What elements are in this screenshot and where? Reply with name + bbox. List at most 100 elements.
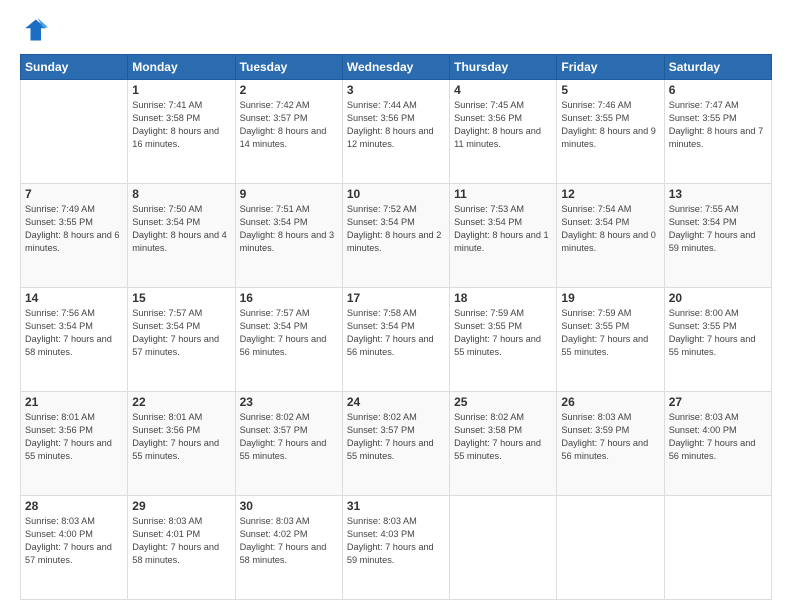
- calendar-cell: 14Sunrise: 7:56 AMSunset: 3:54 PMDayligh…: [21, 288, 128, 392]
- calendar-cell: 5 Sunrise: 7:46 AMSunset: 3:55 PMDaylight…: [557, 80, 664, 184]
- calendar-cell: 2Sunrise: 7:42 AMSunset: 3:57 PMDaylight…: [235, 80, 342, 184]
- day-info: Sunrise: 7:51 AMSunset: 3:54 PMDaylight:…: [240, 203, 338, 255]
- day-info: Sunrise: 7:54 AMSunset: 3:54 PMDaylight:…: [561, 203, 659, 255]
- day-number: 13: [669, 187, 767, 201]
- calendar-cell: 20Sunrise: 8:00 AMSunset: 3:55 PMDayligh…: [664, 288, 771, 392]
- weekday-header-monday: Monday: [128, 55, 235, 80]
- calendar-cell: [21, 80, 128, 184]
- day-number: 8: [132, 187, 230, 201]
- day-info: Sunrise: 8:03 AMSunset: 4:02 PMDaylight:…: [240, 515, 338, 567]
- logo: [20, 16, 52, 44]
- day-number: 10: [347, 187, 445, 201]
- calendar-cell: 3 Sunrise: 7:44 AMSunset: 3:56 PMDaylight…: [342, 80, 449, 184]
- weekday-header-friday: Friday: [557, 55, 664, 80]
- day-info: Sunrise: 8:02 AMSunset: 3:57 PMDaylight:…: [347, 411, 445, 463]
- calendar-week-row: 14Sunrise: 7:56 AMSunset: 3:54 PMDayligh…: [21, 288, 772, 392]
- day-number: 29: [132, 499, 230, 513]
- calendar-cell: 27 Sunrise: 8:03 AMSunset: 4:00 PMDayligh…: [664, 392, 771, 496]
- day-info: Sunrise: 7:45 AMSunset: 3:56 PMDaylight:…: [454, 99, 552, 151]
- day-number: 5: [561, 83, 659, 97]
- calendar-cell: [664, 496, 771, 600]
- day-info: Sunrise: 7:58 AMSunset: 3:54 PMDaylight:…: [347, 307, 445, 359]
- day-info: Sunrise: 8:02 AMSunset: 3:58 PMDaylight:…: [454, 411, 552, 463]
- day-info: Sunrise: 8:01 AMSunset: 3:56 PMDaylight:…: [132, 411, 230, 463]
- calendar-cell: 30 Sunrise: 8:03 AMSunset: 4:02 PMDayligh…: [235, 496, 342, 600]
- day-info: Sunrise: 8:02 AMSunset: 3:57 PMDaylight:…: [240, 411, 338, 463]
- day-number: 27: [669, 395, 767, 409]
- day-info: Sunrise: 8:01 AMSunset: 3:56 PMDaylight:…: [25, 411, 123, 463]
- day-number: 15: [132, 291, 230, 305]
- calendar-cell: 26 Sunrise: 8:03 AMSunset: 3:59 PMDayligh…: [557, 392, 664, 496]
- day-number: 31: [347, 499, 445, 513]
- calendar-week-row: 1 Sunrise: 7:41 AMSunset: 3:58 PMDaylight…: [21, 80, 772, 184]
- day-info: Sunrise: 7:41 AMSunset: 3:58 PMDaylight:…: [132, 99, 230, 151]
- calendar-cell: [557, 496, 664, 600]
- calendar-cell: 6Sunrise: 7:47 AMSunset: 3:55 PMDaylight…: [664, 80, 771, 184]
- day-number: 28: [25, 499, 123, 513]
- calendar-cell: 15 Sunrise: 7:57 AMSunset: 3:54 PMDayligh…: [128, 288, 235, 392]
- day-number: 9: [240, 187, 338, 201]
- page: SundayMondayTuesdayWednesdayThursdayFrid…: [0, 0, 792, 612]
- calendar-cell: 28 Sunrise: 8:03 AMSunset: 4:00 PMDayligh…: [21, 496, 128, 600]
- day-info: Sunrise: 7:57 AMSunset: 3:54 PMDaylight:…: [132, 307, 230, 359]
- day-number: 23: [240, 395, 338, 409]
- calendar-cell: 12Sunrise: 7:54 AMSunset: 3:54 PMDayligh…: [557, 184, 664, 288]
- day-number: 20: [669, 291, 767, 305]
- calendar-cell: 7 Sunrise: 7:49 AMSunset: 3:55 PMDaylight…: [21, 184, 128, 288]
- day-number: 30: [240, 499, 338, 513]
- logo-icon: [20, 16, 48, 44]
- calendar-cell: 4 Sunrise: 7:45 AMSunset: 3:56 PMDaylight…: [450, 80, 557, 184]
- day-number: 17: [347, 291, 445, 305]
- day-info: Sunrise: 7:49 AMSunset: 3:55 PMDaylight:…: [25, 203, 123, 255]
- day-number: 1: [132, 83, 230, 97]
- day-number: 18: [454, 291, 552, 305]
- calendar-cell: 9 Sunrise: 7:51 AMSunset: 3:54 PMDaylight…: [235, 184, 342, 288]
- weekday-header-tuesday: Tuesday: [235, 55, 342, 80]
- day-info: Sunrise: 7:50 AMSunset: 3:54 PMDaylight:…: [132, 203, 230, 255]
- day-number: 21: [25, 395, 123, 409]
- day-number: 4: [454, 83, 552, 97]
- weekday-header-row: SundayMondayTuesdayWednesdayThursdayFrid…: [21, 55, 772, 80]
- calendar-cell: [450, 496, 557, 600]
- day-number: 7: [25, 187, 123, 201]
- day-info: Sunrise: 7:56 AMSunset: 3:54 PMDaylight:…: [25, 307, 123, 359]
- calendar-cell: 19Sunrise: 7:59 AMSunset: 3:55 PMDayligh…: [557, 288, 664, 392]
- calendar-week-row: 21 Sunrise: 8:01 AMSunset: 3:56 PMDayligh…: [21, 392, 772, 496]
- day-number: 6: [669, 83, 767, 97]
- day-number: 26: [561, 395, 659, 409]
- weekday-header-saturday: Saturday: [664, 55, 771, 80]
- day-number: 24: [347, 395, 445, 409]
- header: [20, 16, 772, 44]
- day-info: Sunrise: 8:03 AMSunset: 4:00 PMDaylight:…: [669, 411, 767, 463]
- calendar-cell: 17 Sunrise: 7:58 AMSunset: 3:54 PMDayligh…: [342, 288, 449, 392]
- calendar-cell: 23 Sunrise: 8:02 AMSunset: 3:57 PMDayligh…: [235, 392, 342, 496]
- weekday-header-thursday: Thursday: [450, 55, 557, 80]
- calendar-cell: 25 Sunrise: 8:02 AMSunset: 3:58 PMDayligh…: [450, 392, 557, 496]
- day-info: Sunrise: 7:55 AMSunset: 3:54 PMDaylight:…: [669, 203, 767, 255]
- day-info: Sunrise: 8:03 AMSunset: 3:59 PMDaylight:…: [561, 411, 659, 463]
- calendar-cell: 29Sunrise: 8:03 AMSunset: 4:01 PMDayligh…: [128, 496, 235, 600]
- weekday-header-wednesday: Wednesday: [342, 55, 449, 80]
- calendar-week-row: 28 Sunrise: 8:03 AMSunset: 4:00 PMDayligh…: [21, 496, 772, 600]
- calendar-cell: 18 Sunrise: 7:59 AMSunset: 3:55 PMDayligh…: [450, 288, 557, 392]
- day-number: 3: [347, 83, 445, 97]
- calendar-cell: 16Sunrise: 7:57 AMSunset: 3:54 PMDayligh…: [235, 288, 342, 392]
- weekday-header-sunday: Sunday: [21, 55, 128, 80]
- calendar-cell: 11Sunrise: 7:53 AMSunset: 3:54 PMDayligh…: [450, 184, 557, 288]
- calendar-table: SundayMondayTuesdayWednesdayThursdayFrid…: [20, 54, 772, 600]
- day-number: 19: [561, 291, 659, 305]
- calendar-cell: 1 Sunrise: 7:41 AMSunset: 3:58 PMDaylight…: [128, 80, 235, 184]
- calendar-cell: 13 Sunrise: 7:55 AMSunset: 3:54 PMDayligh…: [664, 184, 771, 288]
- day-number: 11: [454, 187, 552, 201]
- day-info: Sunrise: 7:44 AMSunset: 3:56 PMDaylight:…: [347, 99, 445, 151]
- day-info: Sunrise: 7:46 AMSunset: 3:55 PMDaylight:…: [561, 99, 659, 151]
- day-info: Sunrise: 7:59 AMSunset: 3:55 PMDaylight:…: [454, 307, 552, 359]
- day-number: 2: [240, 83, 338, 97]
- day-number: 16: [240, 291, 338, 305]
- day-number: 22: [132, 395, 230, 409]
- calendar-cell: 21 Sunrise: 8:01 AMSunset: 3:56 PMDayligh…: [21, 392, 128, 496]
- calendar-cell: 10Sunrise: 7:52 AMSunset: 3:54 PMDayligh…: [342, 184, 449, 288]
- day-info: Sunrise: 8:03 AMSunset: 4:03 PMDaylight:…: [347, 515, 445, 567]
- day-number: 25: [454, 395, 552, 409]
- day-info: Sunrise: 8:03 AMSunset: 4:00 PMDaylight:…: [25, 515, 123, 567]
